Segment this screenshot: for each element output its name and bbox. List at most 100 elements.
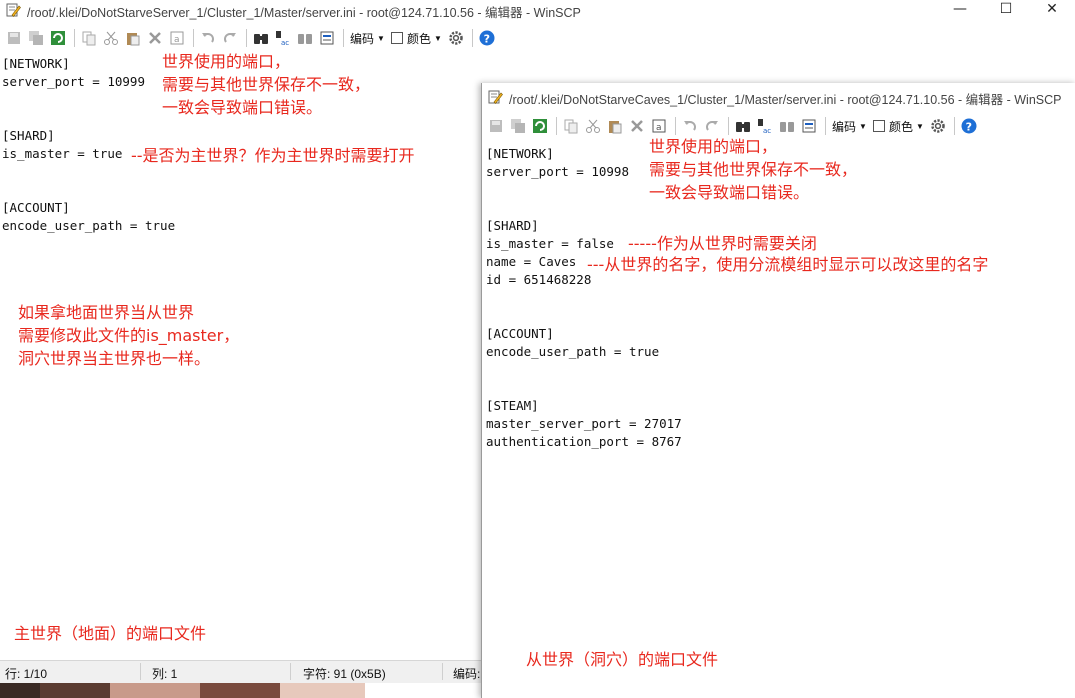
copy-icon	[82, 31, 96, 46]
annotation-caves-is-master: -----作为从世界时需要关闭	[628, 234, 817, 253]
preferences-button[interactable]	[446, 28, 466, 48]
window-title: /root/.klei/DoNotStarveCaves_1/Cluster_1…	[509, 93, 1062, 107]
maximize-button[interactable]: ☐	[983, 0, 1029, 20]
encoding-dropdown[interactable]: 编码 ▼	[350, 30, 385, 47]
toolbar-main: a ac 编码 ▼ 颜色 ▼ ?	[0, 25, 499, 51]
encoding-label: 编码	[832, 119, 857, 134]
find-button[interactable]	[733, 116, 753, 136]
paste-icon	[127, 33, 140, 46]
dropdown-caret-icon: ▼	[859, 121, 867, 131]
paste-button[interactable]	[123, 28, 143, 48]
dropdown-caret-icon: ▼	[915, 121, 924, 131]
minimize-button[interactable]: —	[937, 0, 983, 20]
replace-button[interactable]: ac	[755, 116, 775, 136]
delete-button[interactable]	[627, 116, 647, 136]
code-line: [ACCOUNT]	[486, 326, 554, 341]
copy-button[interactable]	[561, 116, 581, 136]
scissors-icon	[104, 31, 118, 45]
help-icon: ?	[479, 30, 495, 46]
delete-x-icon	[631, 120, 643, 132]
replace-icon: ac	[758, 119, 771, 134]
cut-button[interactable]	[583, 116, 603, 136]
code-line: encode_user_path = true	[2, 218, 176, 233]
help-button[interactable]: ?	[959, 116, 979, 136]
annotation-caves-name: ---从世界的名字，使用分流模组时显示可以改这里的名字	[587, 255, 989, 274]
undo-icon	[684, 121, 696, 131]
help-icon: ?	[961, 118, 977, 134]
save-all-icon	[29, 31, 43, 45]
save-button[interactable]	[4, 28, 24, 48]
save-button[interactable]	[486, 116, 506, 136]
binoculars-icon	[736, 122, 750, 132]
help-button[interactable]: ?	[477, 28, 497, 48]
paste-button[interactable]	[605, 116, 625, 136]
title-bar-main[interactable]: /root/.klei/DoNotStarveServer_1/Cluster_…	[0, 0, 1075, 20]
undo-button[interactable]	[198, 28, 218, 48]
goto-line-icon	[802, 119, 816, 133]
status-line: 行: 1/10	[5, 667, 48, 681]
code-line: encode_user_path = true	[486, 344, 660, 359]
code-line: authentication_port = 8767	[486, 434, 682, 449]
dropdown-caret-icon: ▼	[377, 33, 385, 43]
status-encoding: 编码:	[453, 667, 481, 681]
code-line: [SHARD]	[2, 128, 55, 143]
code-line: server_port = 10999	[2, 74, 145, 89]
save-icon	[8, 32, 20, 44]
code-line: [STEAM]	[486, 398, 539, 413]
annotation-main-is-master: --是否为主世界？作为主世界时需要打开	[131, 146, 415, 165]
goto-line-button[interactable]	[317, 28, 337, 48]
goto-line-button[interactable]	[799, 116, 819, 136]
cut-button[interactable]	[101, 28, 121, 48]
find-next-button[interactable]	[777, 116, 797, 136]
svg-text:?: ?	[965, 121, 971, 134]
delete-x-icon	[149, 32, 161, 44]
editor-pencil-icon	[488, 90, 503, 104]
scissors-icon	[586, 119, 600, 133]
encoding-dropdown[interactable]: 编码 ▼	[832, 118, 867, 135]
reload-icon	[533, 119, 547, 133]
status-bar: 行: 1/10 列: 1 字符: 91 (0x5B) 编码:	[0, 660, 481, 683]
select-all-button[interactable]: a	[649, 116, 669, 136]
svg-text:ac: ac	[281, 39, 289, 46]
title-bar-caves[interactable]: /root/.klei/DoNotStarveCaves_1/Cluster_1…	[482, 87, 1075, 109]
find-next-button[interactable]	[295, 28, 315, 48]
save-all-button[interactable]	[508, 116, 528, 136]
reload-button[interactable]	[48, 28, 68, 48]
code-line: [NETWORK]	[2, 56, 70, 71]
svg-text:a: a	[656, 123, 662, 133]
annotation-caves-caption: 从世界（洞穴）的端口文件	[526, 650, 719, 669]
annotation-main-caption: 主世界（地面）的端口文件	[14, 624, 207, 643]
color-dropdown[interactable]: 颜色 ▼	[872, 118, 924, 135]
redo-button[interactable]	[220, 28, 240, 48]
annotation-caves-port: 世界使用的端口， 需要与其他世界保存不一致， 一致会导致端口错误。	[649, 137, 858, 202]
svg-text:ac: ac	[763, 127, 771, 134]
preferences-button[interactable]	[928, 116, 948, 136]
replace-icon: ac	[276, 31, 289, 46]
find-button[interactable]	[251, 28, 271, 48]
code-line: [ACCOUNT]	[2, 200, 70, 215]
close-button[interactable]: ✕	[1029, 0, 1075, 20]
copy-button[interactable]	[79, 28, 99, 48]
redo-button[interactable]	[702, 116, 722, 136]
color-label: 颜色	[888, 119, 913, 134]
window-title: /root/.klei/DoNotStarveServer_1/Cluster_…	[27, 6, 581, 20]
select-all-button[interactable]: a	[167, 28, 187, 48]
replace-button[interactable]: ac	[273, 28, 293, 48]
delete-button[interactable]	[145, 28, 165, 48]
undo-button[interactable]	[680, 116, 700, 136]
color-checkbox[interactable]	[390, 32, 403, 44]
status-column: 列: 1	[152, 667, 178, 681]
select-all-icon: a	[652, 119, 666, 133]
dropdown-caret-icon: ▼	[433, 33, 442, 43]
goto-line-icon	[320, 31, 334, 45]
encoding-label: 编码	[350, 31, 375, 46]
color-checkbox[interactable]	[872, 120, 885, 132]
save-all-button[interactable]	[26, 28, 46, 48]
color-dropdown[interactable]: 颜色 ▼	[390, 30, 442, 47]
reload-button[interactable]	[530, 116, 550, 136]
